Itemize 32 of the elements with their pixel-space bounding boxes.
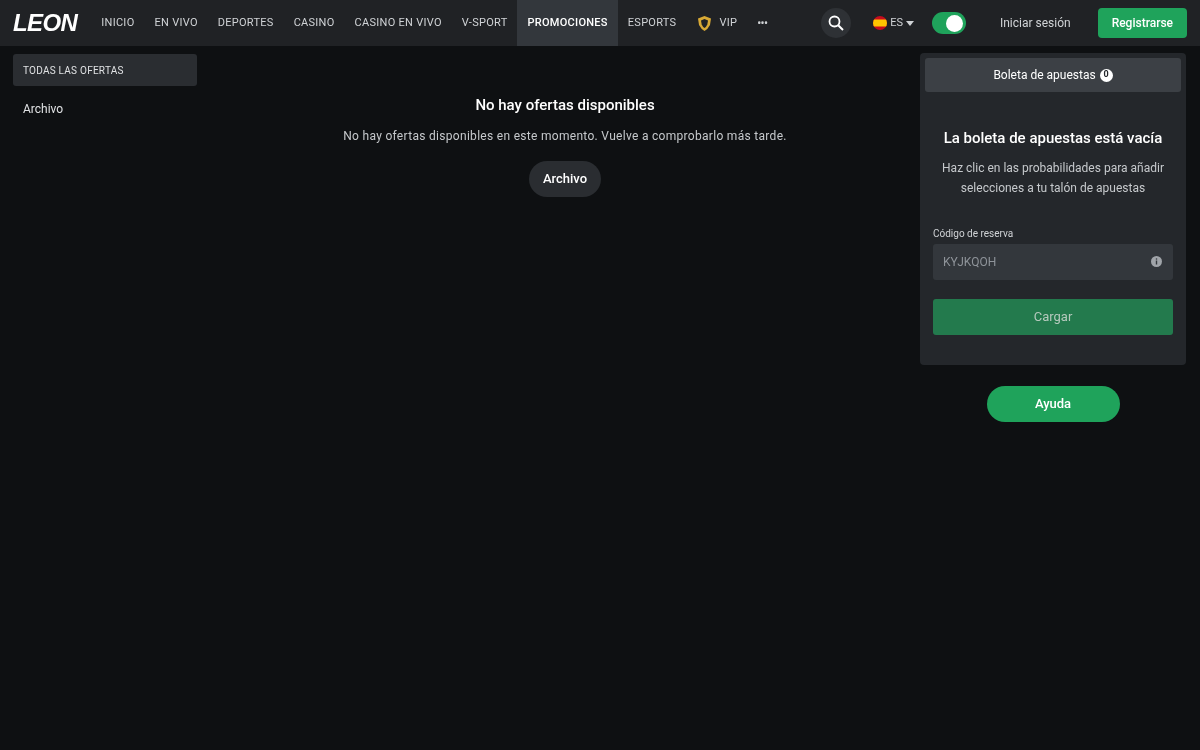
count-badge: 0 bbox=[1099, 68, 1113, 82]
empty-message: No hay ofertas disponibles en este momento. Vuelve a comprobarlo más tarde. bbox=[343, 127, 787, 145]
nav-tab[interactable]: VIP bbox=[686, 0, 748, 46]
empty-betslip-hint: Haz clic en las probabilidades para añadir selecciones a tu talón de apuestas bbox=[941, 159, 1165, 197]
betslip-tab[interactable]: Boleta de apuestas 0 bbox=[925, 58, 1181, 92]
nav-tab[interactable]: CASINO bbox=[283, 0, 345, 46]
dark-mode-toggle[interactable] bbox=[931, 12, 966, 34]
nav-tab[interactable]: ESPORTS bbox=[617, 0, 687, 46]
betslip-tab-label: Boleta de apuestas bbox=[993, 67, 1096, 84]
sidebar-item[interactable]: Archivo bbox=[13, 93, 197, 125]
empty-title: No hay ofertas disponibles bbox=[475, 95, 655, 116]
sidebar-item[interactable]: TODAS LAS OFERTAS bbox=[13, 54, 197, 86]
logo[interactable]: LEON bbox=[13, 5, 78, 41]
nav-tab[interactable]: CASINO EN VIVO bbox=[344, 0, 452, 46]
nav-tab[interactable]: PROMOCIONES bbox=[517, 0, 618, 46]
search-button[interactable] bbox=[821, 8, 852, 38]
nav-tab[interactable]: EN VIVO bbox=[144, 0, 208, 46]
spain-flag-icon bbox=[873, 16, 888, 30]
nav-tab[interactable]: V-SPORT bbox=[451, 0, 518, 46]
nav-tab[interactable]: DEPORTES bbox=[207, 0, 284, 46]
booking-code-field[interactable]: KYJKQOH bbox=[933, 243, 1173, 280]
field-label: Código de reserva bbox=[932, 226, 1015, 241]
nav-tab[interactable]: INICIO bbox=[91, 0, 145, 46]
search-icon bbox=[828, 15, 845, 31]
shield-icon bbox=[696, 14, 714, 32]
empty-betslip-title: La boleta de apuestas está vacía bbox=[942, 128, 1164, 149]
more-button[interactable]: ••• bbox=[747, 14, 778, 32]
login-link[interactable]: Iniciar sesión bbox=[999, 14, 1071, 32]
info-icon bbox=[1151, 255, 1162, 267]
language-selector[interactable]: ES bbox=[873, 14, 914, 32]
archive-button[interactable]: Archivo bbox=[528, 160, 602, 197]
caret-icon bbox=[905, 20, 914, 26]
